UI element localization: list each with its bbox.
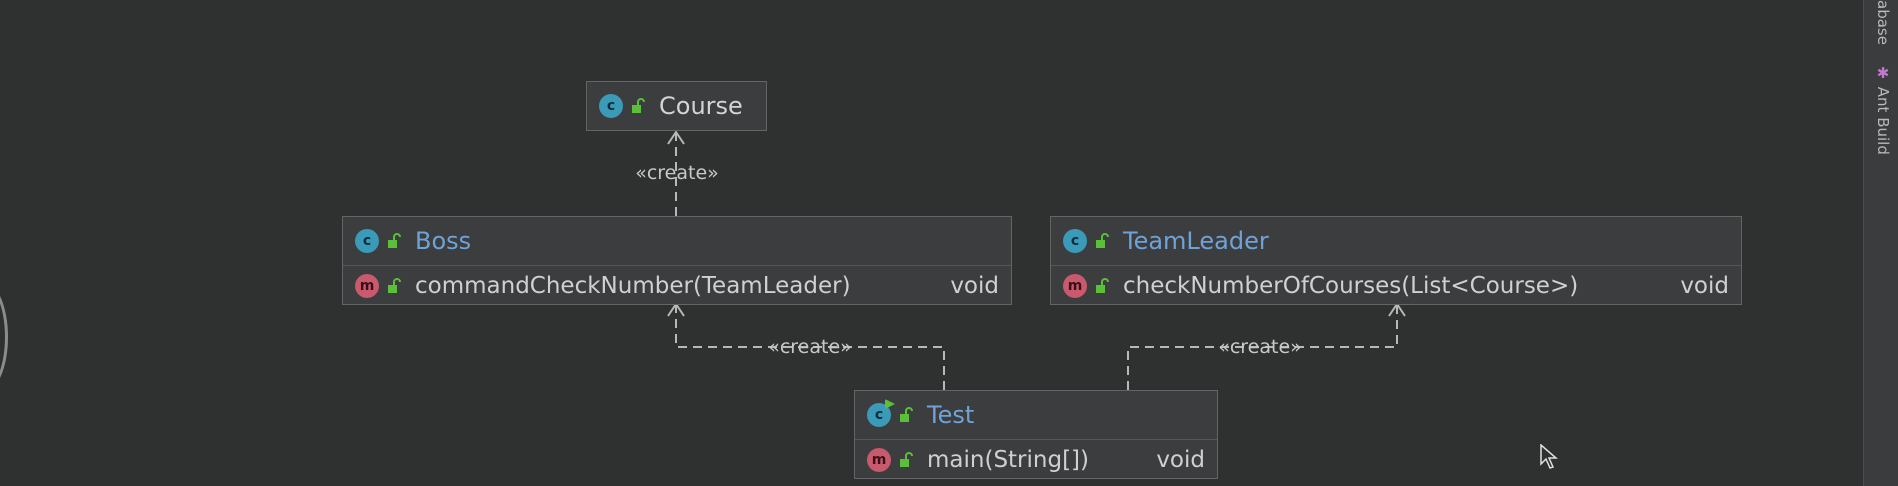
method-signature: commandCheckNumber(TeamLeader)	[415, 272, 851, 299]
method-row[interactable]: m commandCheckNumber(TeamLeader) void	[343, 265, 1011, 305]
ant-icon: ✱	[1874, 64, 1892, 82]
method-return-type: void	[1156, 446, 1205, 473]
edge-label-create: «create»	[768, 336, 852, 358]
unlocked-padlock-icon	[1096, 277, 1109, 293]
method-icon: m	[1063, 273, 1087, 298]
method-return-type: void	[1680, 272, 1729, 299]
class-icon: c	[599, 94, 623, 118]
edge-label-create: «create»	[1218, 336, 1302, 358]
class-header[interactable]: c Boss	[343, 217, 1011, 265]
method-row[interactable]: m main(String[]) void	[855, 439, 1217, 479]
class-icon: c	[1063, 229, 1087, 253]
method-icon: m	[867, 447, 891, 472]
tool-tab-ant-build[interactable]: ✱ Ant Build	[1874, 64, 1892, 155]
class-title: Test	[927, 401, 975, 429]
unlocked-padlock-icon	[900, 407, 913, 422]
unlocked-padlock-icon	[900, 451, 913, 467]
class-title: TeamLeader	[1123, 227, 1269, 255]
class-node-test[interactable]: c Test m main(String[]) void	[854, 390, 1218, 479]
runnable-class-icon: c	[867, 399, 895, 427]
method-row[interactable]: m checkNumberOfCourses(List<Course>) voi…	[1051, 265, 1741, 305]
method-signature: main(String[])	[927, 446, 1089, 473]
class-node-course[interactable]: c Course	[586, 81, 767, 131]
mouse-cursor-icon	[1540, 444, 1558, 469]
method-return-type: void	[950, 272, 999, 299]
method-icon: m	[355, 273, 379, 298]
class-header[interactable]: c TeamLeader	[1051, 217, 1741, 265]
edge-label-create: «create»	[635, 162, 719, 184]
method-signature: checkNumberOfCourses(List<Course>)	[1123, 272, 1579, 299]
diagram-canvas: «create» «create» «create» c Course c Bo…	[0, 0, 1898, 486]
run-badge-icon	[885, 399, 895, 409]
class-node-teamleader[interactable]: c TeamLeader m checkNumberOfCourses(List…	[1050, 216, 1742, 305]
class-title: Course	[659, 92, 743, 120]
unlocked-padlock-icon	[1096, 233, 1109, 248]
class-header[interactable]: c Test	[855, 391, 1217, 439]
class-node-boss[interactable]: c Boss m commandCheckNumber(TeamLeader) …	[342, 216, 1012, 305]
tool-tab-database[interactable]: abase	[1874, 0, 1892, 45]
class-header[interactable]: c Course	[587, 82, 766, 130]
unlocked-padlock-icon	[388, 277, 401, 293]
unlocked-padlock-icon	[632, 98, 645, 113]
tool-tab-label: Ant Build	[1874, 86, 1892, 155]
class-icon: c	[355, 229, 379, 253]
unlocked-padlock-icon	[388, 233, 401, 248]
side-tool-strip: abase ✱ Ant Build	[1863, 0, 1898, 486]
class-title: Boss	[415, 227, 472, 255]
